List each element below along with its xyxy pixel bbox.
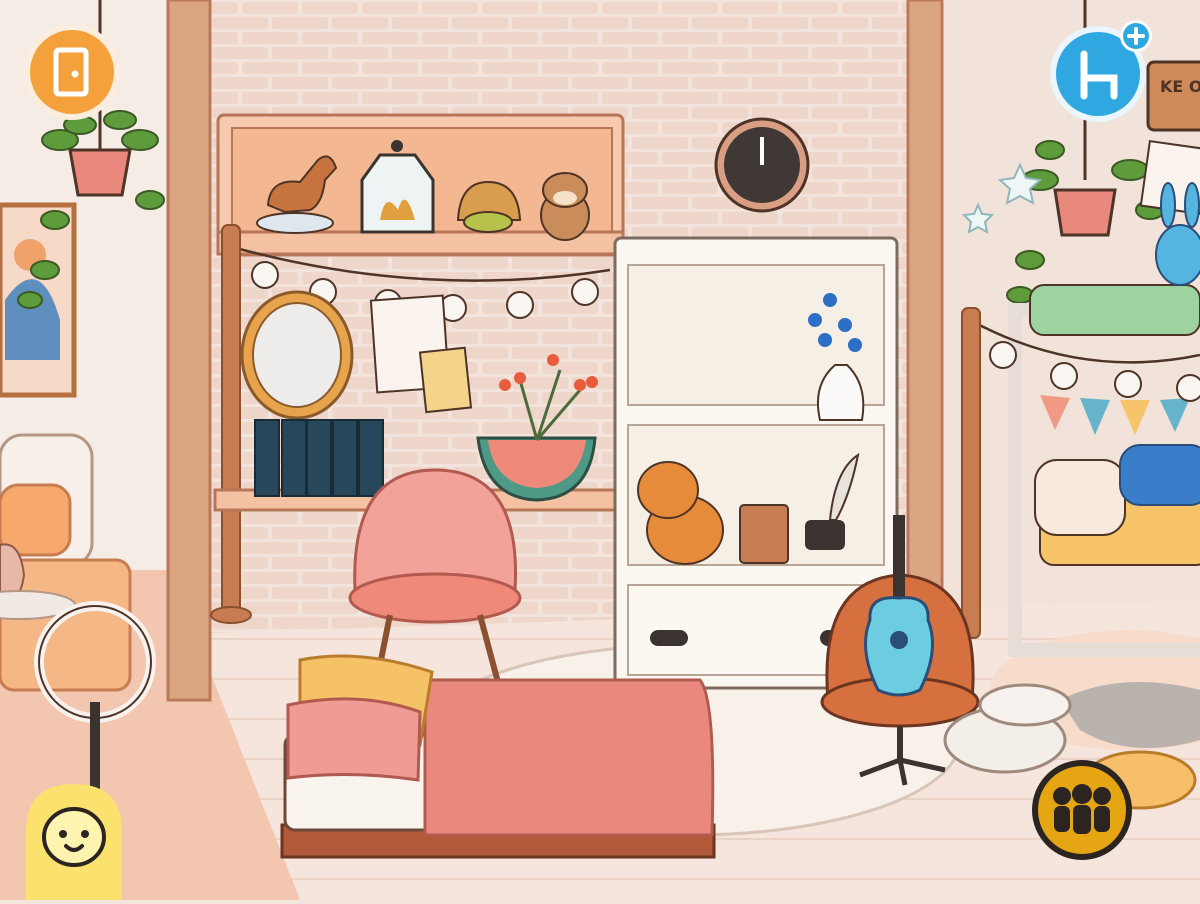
hamster-plush bbox=[540, 172, 590, 241]
characters-group-icon bbox=[1032, 760, 1132, 860]
add-furniture-button[interactable] bbox=[1046, 16, 1156, 126]
door-exit-icon bbox=[24, 24, 120, 120]
baby-face-icon bbox=[26, 784, 122, 900]
bunk-pillow bbox=[1034, 459, 1126, 536]
left-beam bbox=[166, 0, 212, 702]
wooden-post-right bbox=[961, 307, 981, 639]
wall-clock bbox=[714, 117, 810, 213]
leather-journal bbox=[739, 504, 789, 564]
floor-cushion-top bbox=[978, 683, 1072, 727]
exit-door-button[interactable] bbox=[22, 22, 122, 122]
sign-text: KE OL bbox=[1160, 77, 1200, 96]
characters-group-button[interactable] bbox=[1030, 758, 1134, 862]
book-row bbox=[254, 419, 384, 497]
bunk-top-mattress bbox=[1029, 284, 1200, 336]
hanging-plant-left bbox=[68, 148, 132, 197]
chair-add-icon bbox=[1050, 20, 1152, 122]
wooden-post-left bbox=[221, 224, 241, 621]
bedroom-scene: KE OL bbox=[0, 0, 1200, 900]
blue-pillow bbox=[1119, 444, 1200, 506]
hanging-plant-right bbox=[1053, 188, 1117, 237]
pink-bed bbox=[280, 654, 716, 859]
character-menu-button[interactable] bbox=[24, 782, 124, 900]
palm-photo bbox=[418, 346, 473, 414]
